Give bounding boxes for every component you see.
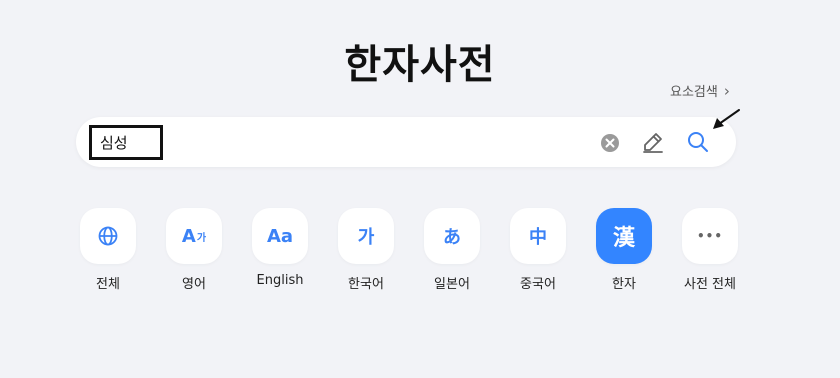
category-label: 중국어	[520, 277, 556, 292]
category-label: 한자	[612, 277, 636, 292]
english-korean-icon: A가	[166, 208, 222, 264]
category-english-korean[interactable]: A가 영어	[162, 208, 226, 292]
category-korean[interactable]: 가 한국어	[334, 208, 398, 292]
category-english[interactable]: Aa English	[248, 208, 312, 288]
category-all-dictionaries[interactable]: ••• 사전 전체	[678, 208, 742, 292]
english-icon: Aa	[252, 208, 308, 264]
hanja-icon: 漢	[596, 208, 652, 264]
category-label: 사전 전체	[684, 277, 736, 292]
category-label: 영어	[182, 277, 206, 292]
category-hanja[interactable]: 漢 한자	[592, 208, 656, 292]
category-list: 전체 A가 영어 Aa English 가 한국어 あ 일본어 中 중국어 漢 …	[76, 208, 740, 298]
chevron-right-icon: ›	[723, 81, 730, 100]
glyph-small: 가	[196, 232, 207, 244]
chinese-icon: 中	[510, 208, 566, 264]
search-icon[interactable]	[686, 130, 710, 154]
category-label: 일본어	[434, 277, 470, 292]
handwriting-pen-icon[interactable]	[641, 130, 665, 154]
globe-icon	[80, 208, 136, 264]
clear-icon[interactable]	[600, 133, 620, 153]
category-all[interactable]: 전체	[76, 208, 140, 292]
category-label: 전체	[96, 277, 120, 292]
advanced-search-label: 요소검색	[670, 85, 718, 100]
category-chinese[interactable]: 中 중국어	[506, 208, 570, 292]
more-dots: •••	[696, 229, 723, 243]
category-label: English	[256, 273, 304, 288]
category-label: 한국어	[348, 277, 384, 292]
korean-icon: 가	[338, 208, 394, 264]
search-input[interactable]: 심성	[89, 125, 163, 160]
more-icon: •••	[682, 208, 738, 264]
advanced-search-link[interactable]: 요소검색 ›	[670, 81, 730, 101]
category-japanese[interactable]: あ 일본어	[420, 208, 484, 292]
glyph: A	[181, 225, 196, 247]
pointer-arrow-icon	[713, 109, 740, 129]
japanese-icon: あ	[424, 208, 480, 264]
search-bar: 심성	[76, 117, 736, 167]
